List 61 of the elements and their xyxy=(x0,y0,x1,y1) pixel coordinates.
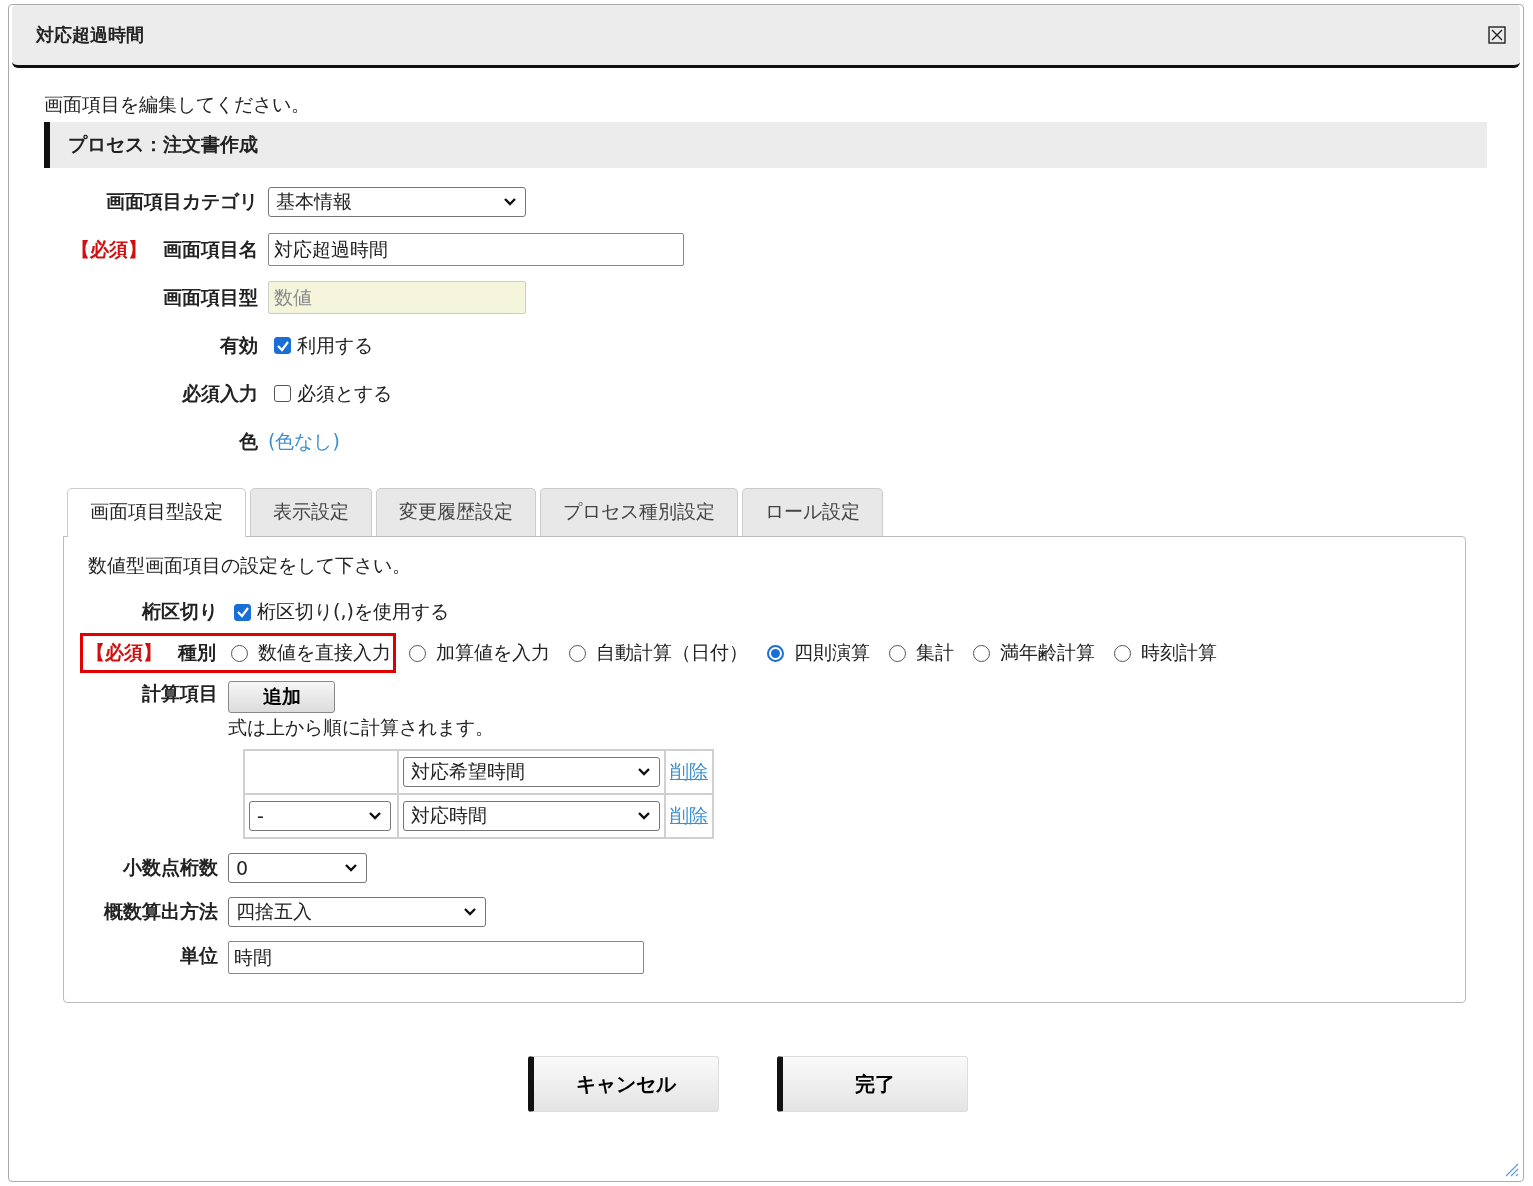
field-label: 画面項目カテゴリ xyxy=(106,188,258,214)
close-button[interactable] xyxy=(1488,26,1506,44)
field-label: 種別 xyxy=(178,640,216,665)
field-label: 色 xyxy=(239,428,258,454)
option-dropdown[interactable]: 0 xyxy=(228,853,367,883)
radio-label: 自動計算（日付） xyxy=(596,640,748,665)
required-label: 【必須】 xyxy=(86,640,162,665)
checkbox-label: 桁区切り(,)を使用する xyxy=(257,599,449,624)
check-icon xyxy=(235,605,250,619)
radio-label: 満年齢計算 xyxy=(1000,640,1095,665)
tab[interactable]: 画面項目型設定 xyxy=(67,488,246,537)
field-label: 計算項目 xyxy=(142,681,218,706)
caret-icon xyxy=(368,811,382,821)
field-label: 画面項目名 xyxy=(163,236,258,262)
checkbox-label: 必須とする xyxy=(297,380,392,406)
radio-label: 時刻計算 xyxy=(1141,640,1217,665)
instruction-text: 画面項目を編集してください。 xyxy=(44,92,311,117)
caret-icon xyxy=(344,863,358,873)
caret-icon xyxy=(503,196,517,207)
checkbox-label: 利用する xyxy=(297,332,373,358)
field-label: 小数点桁数 xyxy=(123,855,218,880)
tab[interactable]: ロール設定 xyxy=(742,488,883,536)
disabled-field: 数値 xyxy=(268,281,526,314)
item-dropdown[interactable]: 対応希望時間 xyxy=(403,757,660,787)
option-dropdown[interactable]: 四捨五入 xyxy=(228,897,486,927)
item-dropdown[interactable]: 対応時間 xyxy=(403,801,660,831)
tab[interactable]: プロセス種別設定 xyxy=(540,488,738,536)
dialog-button[interactable]: キャンセル xyxy=(528,1056,719,1112)
dialog-title: 対応超過時間 xyxy=(36,23,144,47)
radio-button[interactable] xyxy=(767,644,784,662)
text-field[interactable]: 時間 xyxy=(228,941,644,974)
section-heading: プロセス：注文書作成 xyxy=(44,122,1487,168)
add-button[interactable]: 追加 xyxy=(228,681,335,713)
category-dropdown[interactable]: 基本情報 xyxy=(268,186,526,217)
dialog-button[interactable]: 完了 xyxy=(777,1056,968,1112)
tab[interactable]: 変更履歴設定 xyxy=(376,488,536,536)
field-label: 画面項目型 xyxy=(163,284,258,310)
checkbox[interactable] xyxy=(274,385,291,402)
operator-dropdown[interactable]: - xyxy=(249,801,391,831)
radio-label: 四則演算 xyxy=(794,640,870,665)
field-label: 有効 xyxy=(220,332,258,358)
radio-label: 集計 xyxy=(916,640,954,665)
note-text: 式は上から順に計算されます。 xyxy=(228,715,494,740)
checkbox[interactable] xyxy=(274,337,291,354)
field-label: 桁区切り xyxy=(142,599,218,624)
caret-icon xyxy=(463,907,477,917)
close-icon xyxy=(1488,26,1506,44)
field-label: 概数算出方法 xyxy=(104,899,218,924)
radio-label: 加算値を入力 xyxy=(436,640,550,665)
tab[interactable]: 表示設定 xyxy=(250,488,372,536)
text-field[interactable]: 対応超過時間 xyxy=(268,233,684,266)
color-link[interactable]: (色なし) xyxy=(268,428,340,455)
caret-icon xyxy=(637,811,651,821)
radio-label: 数値を直接入力 xyxy=(258,640,391,665)
instruction-text: 数値型画面項目の設定をして下さい。 xyxy=(88,553,412,578)
checkbox[interactable] xyxy=(234,603,251,621)
caret-icon xyxy=(637,767,651,777)
resize-grip-icon xyxy=(1503,1161,1519,1177)
field-label: 単位 xyxy=(180,943,218,968)
field-label: 必須入力 xyxy=(182,380,258,406)
required-label: 【必須】 xyxy=(71,236,147,262)
